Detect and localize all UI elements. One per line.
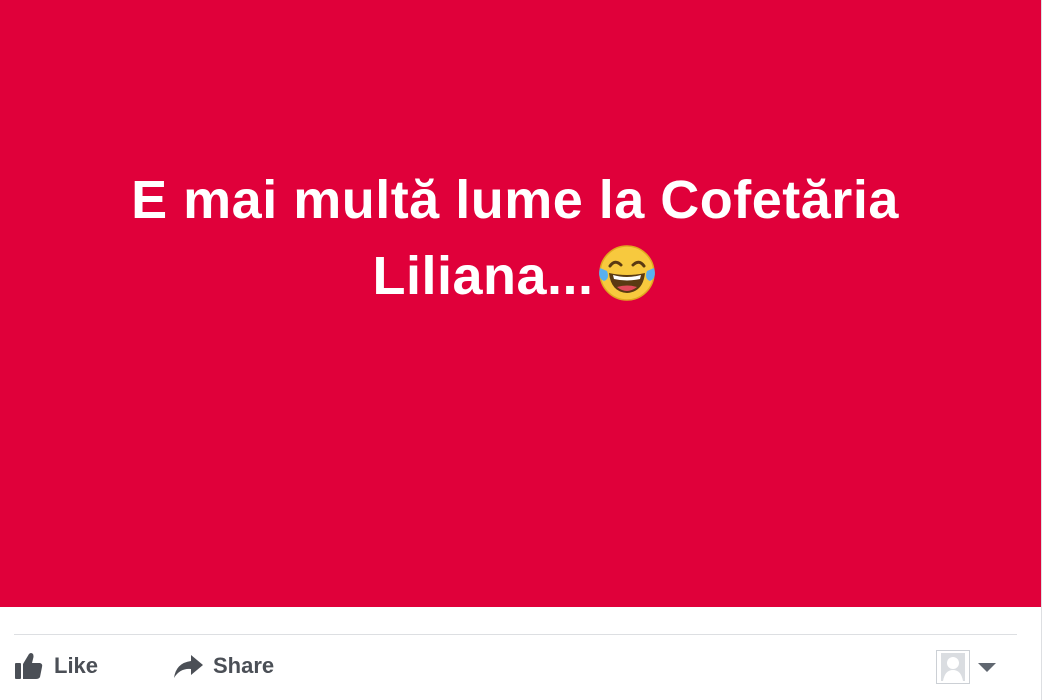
scroll-edge xyxy=(1041,0,1050,700)
share-label: Share xyxy=(213,653,275,678)
thumbs-up-icon xyxy=(13,650,45,682)
face-with-tears-of-joy-emoji-icon xyxy=(596,242,658,304)
status-text-block: E mai multă lume la Cofetăria Liliana... xyxy=(40,162,990,314)
page: E mai multă lume la Cofetăria Liliana... xyxy=(0,0,1050,700)
post-card: E mai multă lume la Cofetăria Liliana... xyxy=(0,0,1041,700)
post-as-selector[interactable] xyxy=(936,650,996,684)
status-text: E mai multă lume la Cofetăria Liliana... xyxy=(131,170,899,306)
avatar-icon xyxy=(936,650,970,684)
like-label: Like xyxy=(54,653,99,678)
share-arrow-icon xyxy=(172,650,204,682)
colored-status-background: E mai multă lume la Cofetăria Liliana... xyxy=(0,0,1041,607)
post-action-bar: Like Share xyxy=(0,640,1041,700)
action-divider xyxy=(14,634,1017,635)
share-button[interactable]: Share xyxy=(172,648,274,684)
caret-down-icon xyxy=(978,662,996,672)
like-button[interactable]: Like xyxy=(13,648,98,684)
